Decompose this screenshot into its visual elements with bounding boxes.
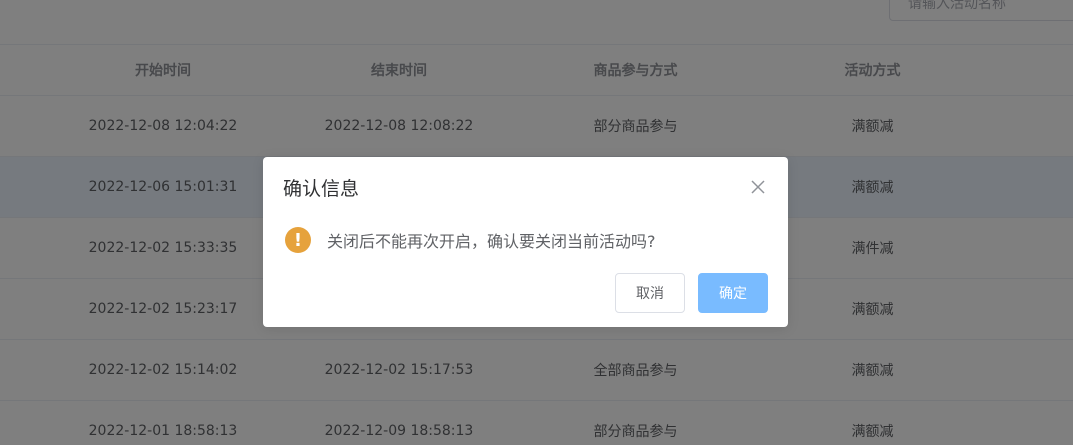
- close-icon[interactable]: [748, 177, 768, 197]
- confirm-button[interactable]: 确定: [698, 273, 768, 313]
- warning-icon: !: [285, 227, 311, 253]
- cancel-button[interactable]: 取消: [615, 273, 685, 313]
- dialog-title: 确认信息: [283, 178, 360, 200]
- dialog-body: ! 关闭后不能再次开启，确认要关闭当前活动吗?: [285, 227, 656, 253]
- page: 开始时间 结束时间 商品参与方式 活动方式 2022-12-08 12:04:2…: [0, 0, 1073, 445]
- confirm-dialog: 确认信息 ! 关闭后不能再次开启，确认要关闭当前活动吗? 取消 确定: [263, 157, 788, 327]
- dialog-message: 关闭后不能再次开启，确认要关闭当前活动吗?: [327, 232, 656, 251]
